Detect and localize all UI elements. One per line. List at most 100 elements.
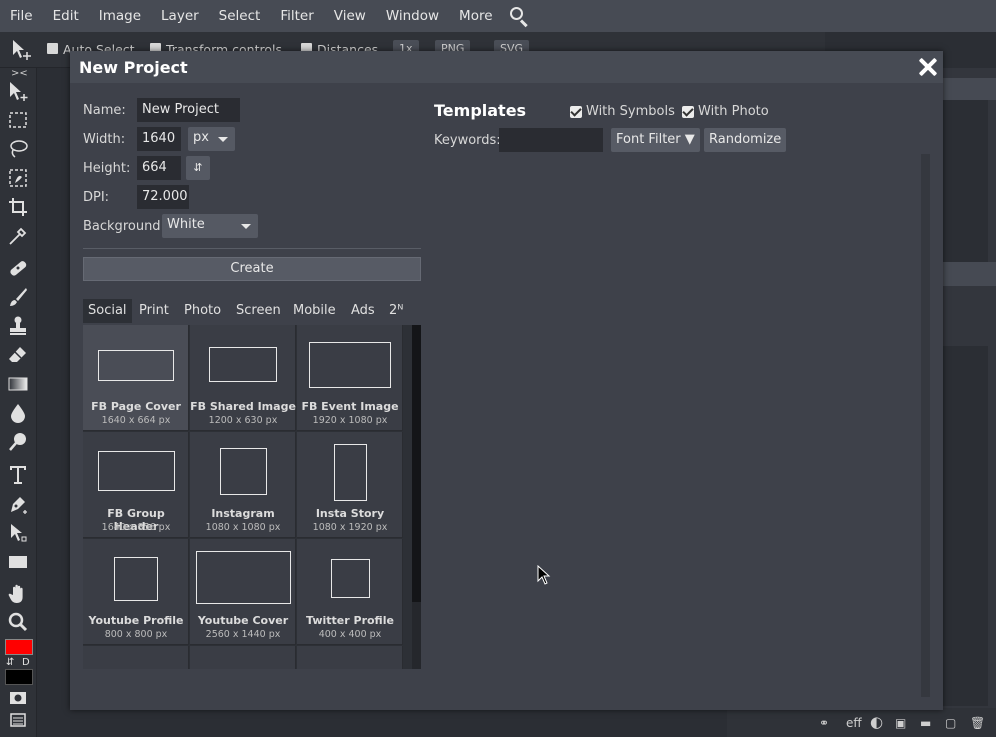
quick-mask-icon[interactable]	[6, 686, 30, 710]
divider	[83, 248, 421, 249]
preset-size: 1640 x 664 px	[101, 415, 171, 426]
dialog-title: New Project	[79, 58, 188, 77]
tab-mobile[interactable]: Mobile	[288, 299, 341, 323]
adjustment-icon[interactable]: ◐	[870, 713, 883, 731]
preset-shape	[331, 559, 370, 598]
close-icon[interactable]	[918, 57, 938, 77]
tab-print[interactable]: Print	[134, 299, 174, 323]
templates-scrollbar[interactable]	[921, 154, 930, 697]
preset-card[interactable]: Twitter Profile 400 x 400 px	[297, 539, 403, 645]
preset-card[interactable]: Youtube Profile 800 x 800 px	[83, 539, 189, 645]
clone-stamp-tool-icon[interactable]	[6, 314, 30, 338]
effects-icon[interactable]: eff	[846, 716, 862, 730]
menu-image[interactable]: Image	[89, 0, 151, 32]
trash-icon[interactable]: 🗑	[970, 716, 985, 730]
layers-panel-header	[943, 262, 996, 286]
path-select-tool-icon[interactable]	[6, 521, 30, 545]
name-field[interactable]: New Project	[137, 98, 240, 122]
menu-edit[interactable]: Edit	[43, 0, 89, 32]
background-color-swatch[interactable]	[5, 669, 33, 685]
background-select[interactable]: White	[162, 214, 258, 238]
swap-dimensions-icon[interactable]: ⇵	[186, 156, 210, 180]
search-icon[interactable]	[505, 0, 531, 32]
swap-colors-icon[interactable]: ⇵	[6, 657, 14, 668]
blur-tool-icon[interactable]	[6, 401, 30, 425]
eyedropper-tool-icon[interactable]	[6, 224, 30, 248]
chevron-down-icon	[218, 137, 228, 142]
menu-select[interactable]: Select	[209, 0, 271, 32]
crop-tool-icon[interactable]	[6, 195, 30, 219]
preset-card[interactable]: FB Page Cover 1640 x 664 px	[83, 325, 189, 431]
rectangle-shape-tool-icon[interactable]	[6, 550, 30, 574]
with-photo-checkbox[interactable]	[682, 106, 694, 118]
dpi-field[interactable]: 72.000	[137, 185, 189, 209]
gradient-tool-icon[interactable]	[6, 372, 30, 396]
preset-shape	[196, 551, 291, 604]
pen-tool-icon[interactable]	[6, 492, 30, 516]
dodge-tool-icon[interactable]	[6, 430, 30, 454]
screen-mode-icon[interactable]	[6, 708, 30, 732]
menu-window[interactable]: Window	[376, 0, 449, 32]
with-symbols-checkbox[interactable]	[570, 106, 582, 118]
preset-card[interactable]: Instagram 1080 x 1080 px	[190, 432, 296, 538]
tab-powers-of-two[interactable]: 2ᴺ	[384, 299, 408, 323]
menu-layer[interactable]: Layer	[151, 0, 209, 32]
folder-icon[interactable]: ▬	[920, 716, 931, 730]
collapse-icon[interactable]: ><	[11, 68, 28, 79]
preset-card[interactable]	[297, 646, 403, 669]
preset-size: 1080 x 1920 px	[312, 522, 388, 533]
unit-select[interactable]: px	[188, 127, 235, 151]
eraser-tool-icon[interactable]	[6, 343, 30, 367]
menu-file[interactable]: File	[0, 0, 43, 32]
width-field[interactable]: 1640	[137, 127, 181, 151]
preset-card[interactable]: Youtube Cover 2560 x 1440 px	[190, 539, 296, 645]
preset-card[interactable]: Insta Story 1080 x 1920 px	[297, 432, 403, 538]
new-layer-icon[interactable]: ▢	[945, 716, 956, 730]
healing-tool-icon[interactable]	[6, 256, 30, 280]
preset-shape	[98, 451, 175, 491]
preset-shape	[114, 557, 158, 601]
move-tool-option-icon[interactable]	[10, 38, 34, 62]
text-tool-icon[interactable]	[6, 462, 30, 486]
tab-screen[interactable]: Screen	[231, 299, 286, 323]
lasso-tool-icon[interactable]	[6, 137, 30, 161]
preset-card[interactable]: FB Shared Image 1200 x 630 px	[190, 325, 296, 431]
history-panel-header	[943, 78, 996, 100]
menu-view[interactable]: View	[324, 0, 376, 32]
zoom-tool-icon[interactable]	[6, 610, 30, 634]
layers-panel-body	[943, 346, 988, 706]
width-label: Width:	[83, 132, 126, 147]
preset-card[interactable]	[83, 646, 189, 669]
tab-ads[interactable]: Ads	[346, 299, 380, 323]
preset-shape	[98, 350, 174, 381]
magic-wand-tool-icon[interactable]	[6, 166, 30, 190]
menu-filter[interactable]: Filter	[270, 0, 323, 32]
height-field[interactable]: 664	[137, 156, 181, 180]
link-icon[interactable]: ⚭	[819, 716, 829, 730]
auto-select-checkbox[interactable]	[47, 43, 58, 54]
preset-card[interactable]: FB Event Image 1920 x 1080 px	[297, 325, 403, 431]
preset-size: 1080 x 1080 px	[205, 522, 281, 533]
keywords-label: Keywords:	[434, 133, 501, 148]
mouse-cursor-icon	[537, 565, 551, 585]
preset-card[interactable]: FB Group Header 1640 x 856 px	[83, 432, 189, 538]
move-tool-icon[interactable]	[6, 80, 30, 104]
randomize-button[interactable]: Randomize	[704, 128, 787, 152]
hand-tool-icon[interactable]	[6, 582, 30, 606]
preset-name: FB Page Cover	[91, 400, 181, 413]
tab-social[interactable]: Social	[83, 299, 132, 323]
font-filter-button[interactable]: Font Filter ▼	[611, 128, 700, 152]
preset-card[interactable]	[190, 646, 296, 669]
menu-more[interactable]: More	[449, 0, 502, 32]
background-label: Background:	[83, 219, 165, 234]
preset-scrollbar-thumb[interactable]	[412, 325, 421, 602]
dialog-titlebar: New Project	[70, 51, 943, 83]
default-colors-icon[interactable]: D	[22, 657, 30, 668]
marquee-tool-icon[interactable]	[6, 108, 30, 132]
brush-tool-icon[interactable]	[6, 285, 30, 309]
foreground-color-swatch[interactable]	[5, 639, 33, 655]
tab-photo[interactable]: Photo	[179, 299, 226, 323]
mask-icon[interactable]: ▣	[895, 716, 906, 730]
create-button[interactable]: Create	[83, 257, 421, 281]
keywords-input[interactable]	[499, 128, 603, 152]
